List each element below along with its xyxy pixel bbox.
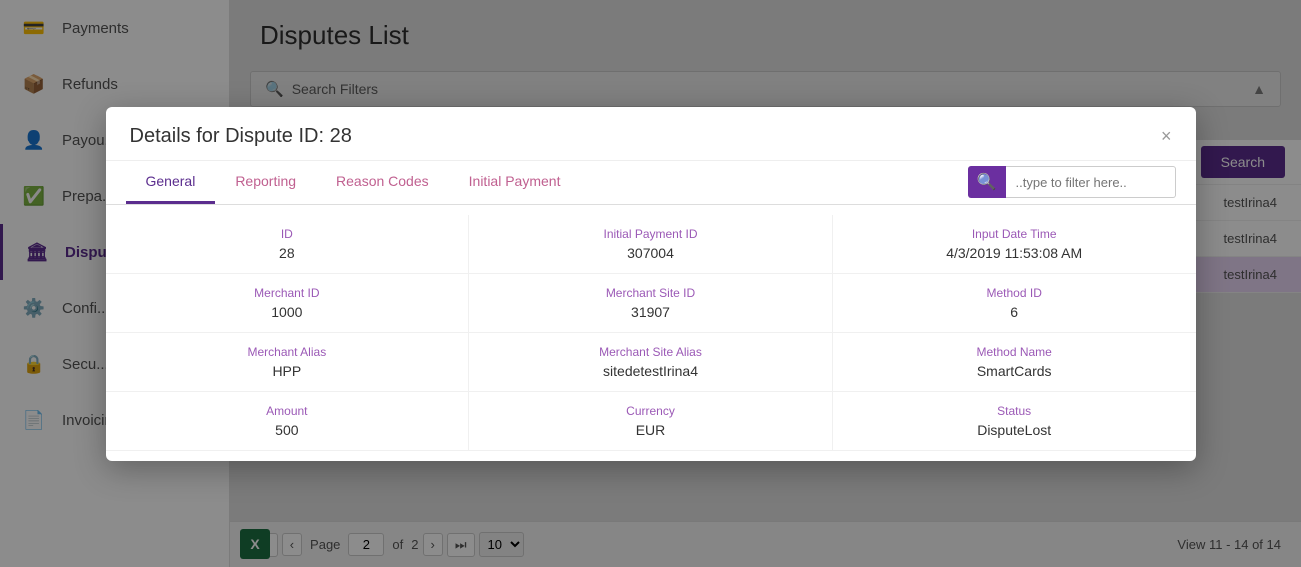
field-merchant-id: Merchant ID 1000 bbox=[106, 274, 470, 332]
field-merchant-site-id: Merchant Site ID 31907 bbox=[469, 274, 833, 332]
detail-row-4: Amount 500 Currency EUR Status DisputeLo… bbox=[106, 392, 1196, 451]
modal-header: Details for Dispute ID: 28 × bbox=[106, 107, 1196, 161]
field-currency: Currency EUR bbox=[469, 392, 833, 450]
dispute-detail-modal: Details for Dispute ID: 28 × General Rep… bbox=[106, 107, 1196, 461]
tab-reason-codes[interactable]: Reason Codes bbox=[316, 161, 449, 204]
detail-row-1: ID 28 Initial Payment ID 307004 Input Da… bbox=[106, 215, 1196, 274]
field-amount: Amount 500 bbox=[106, 392, 470, 450]
modal-close-button[interactable]: × bbox=[1161, 127, 1172, 145]
tab-general[interactable]: General bbox=[126, 161, 216, 204]
filter-input[interactable] bbox=[1006, 166, 1176, 198]
field-initial-payment-id: Initial Payment ID 307004 bbox=[469, 215, 833, 273]
field-input-date-time: Input Date Time 4/3/2019 11:53:08 AM bbox=[833, 215, 1196, 273]
tab-filter-area: 🔍 bbox=[968, 166, 1176, 198]
tab-reporting[interactable]: Reporting bbox=[215, 161, 316, 204]
detail-row-3: Merchant Alias HPP Merchant Site Alias s… bbox=[106, 333, 1196, 392]
field-merchant-site-alias: Merchant Site Alias sitedetestIrina4 bbox=[469, 333, 833, 391]
field-merchant-alias: Merchant Alias HPP bbox=[106, 333, 470, 391]
modal-title: Details for Dispute ID: 28 bbox=[130, 125, 352, 148]
filter-search-button[interactable]: 🔍 bbox=[968, 166, 1006, 198]
field-method-name: Method Name SmartCards bbox=[833, 333, 1196, 391]
field-id: ID 28 bbox=[106, 215, 470, 273]
tabs-row: General Reporting Reason Codes Initial P… bbox=[106, 161, 1196, 205]
modal-body: ID 28 Initial Payment ID 307004 Input Da… bbox=[106, 205, 1196, 461]
tab-initial-payment[interactable]: Initial Payment bbox=[449, 161, 581, 204]
field-method-id: Method ID 6 bbox=[833, 274, 1196, 332]
field-status: Status DisputeLost bbox=[833, 392, 1196, 450]
search-icon: 🔍 bbox=[977, 172, 997, 192]
detail-row-2: Merchant ID 1000 Merchant Site ID 31907 … bbox=[106, 274, 1196, 333]
